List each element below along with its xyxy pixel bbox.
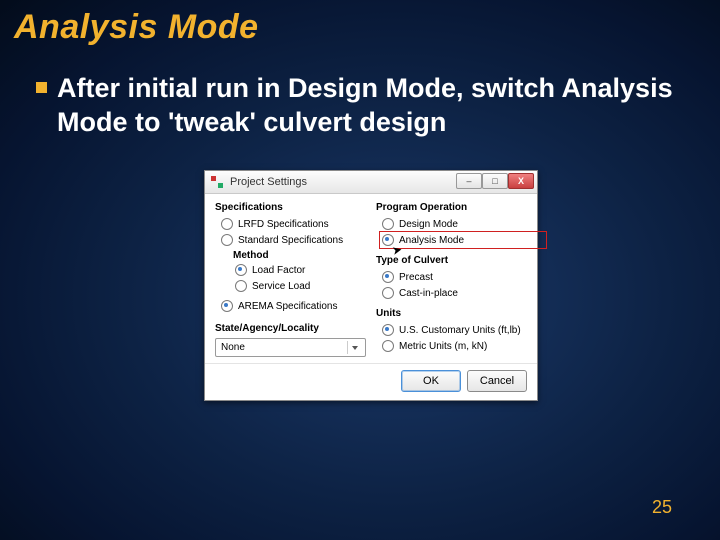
radio-metric-units[interactable]: Metric Units (m, kN) (382, 339, 527, 353)
radio-label: Cast-in-place (399, 288, 458, 299)
dialog-button-row: OK Cancel (205, 363, 537, 400)
radio-label: U.S. Customary Units (ft,lb) (399, 325, 521, 336)
close-button[interactable]: X (508, 173, 534, 189)
radio-lrfd[interactable]: LRFD Specifications (221, 217, 366, 231)
group-units: Units (376, 308, 527, 319)
radio-us-units[interactable]: U.S. Customary Units (ft,lb) (382, 323, 527, 337)
dialog-titlebar[interactable]: Project Settings – □ X (205, 171, 537, 194)
chevron-down-icon (347, 341, 362, 354)
group-method: Method (233, 250, 366, 261)
slide-title: Analysis Mode (14, 8, 259, 47)
radio-design-mode[interactable]: Design Mode (382, 217, 527, 231)
bullet-text: After initial run in Design Mode, switch… (57, 72, 690, 140)
radio-icon (221, 234, 233, 246)
radio-cast-in-place[interactable]: Cast-in-place (382, 286, 527, 300)
radio-label: Standard Specifications (238, 235, 343, 246)
group-state-agency: State/Agency/Locality (215, 323, 366, 334)
close-icon: X (518, 177, 524, 186)
radio-load-factor[interactable]: Load Factor (235, 263, 366, 277)
radio-icon (221, 300, 233, 312)
group-specifications: Specifications (215, 202, 366, 213)
radio-label: LRFD Specifications (238, 219, 329, 230)
radio-icon (382, 287, 394, 299)
radio-label: Load Factor (252, 265, 305, 276)
maximize-icon: □ (492, 177, 497, 186)
radio-arema[interactable]: AREMA Specifications (221, 299, 366, 313)
group-program-operation: Program Operation (376, 202, 527, 213)
radio-label: Service Load (252, 281, 310, 292)
bullet-item: After initial run in Design Mode, switch… (36, 72, 690, 140)
radio-icon (382, 218, 394, 230)
left-column: Specifications LRFD Specifications Stand… (215, 202, 366, 357)
radio-label: Design Mode (399, 219, 458, 230)
dialog-body: Specifications LRFD Specifications Stand… (205, 194, 537, 363)
radio-precast[interactable]: Precast (382, 270, 527, 284)
minimize-icon: – (466, 177, 471, 186)
radio-label: Metric Units (m, kN) (399, 341, 487, 352)
radio-standard-spec[interactable]: Standard Specifications (221, 233, 366, 247)
radio-icon (382, 271, 394, 283)
minimize-button[interactable]: – (456, 173, 482, 189)
radio-icon (382, 340, 394, 352)
page-number: 25 (652, 497, 672, 518)
dialog-title: Project Settings (230, 176, 307, 188)
radio-analysis-mode[interactable]: Analysis Mode ➤ (382, 233, 527, 247)
bullet-icon (36, 82, 47, 93)
ok-button[interactable]: OK (401, 370, 461, 392)
right-column: Program Operation Design Mode Analysis M… (376, 202, 527, 357)
radio-label: Analysis Mode (399, 235, 464, 246)
radio-label: Precast (399, 272, 433, 283)
radio-icon (235, 280, 247, 292)
maximize-button[interactable]: □ (482, 173, 508, 189)
dropdown-value: None (221, 342, 245, 353)
radio-icon (235, 264, 247, 276)
radio-label: AREMA Specifications (238, 301, 338, 312)
cancel-button[interactable]: Cancel (467, 370, 527, 392)
app-icon (209, 174, 225, 190)
radio-icon (221, 218, 233, 230)
state-agency-dropdown[interactable]: None (215, 338, 366, 357)
radio-icon (382, 324, 394, 336)
radio-service-load[interactable]: Service Load (235, 279, 366, 293)
project-settings-dialog: Project Settings – □ X Specifications LR… (204, 170, 538, 401)
